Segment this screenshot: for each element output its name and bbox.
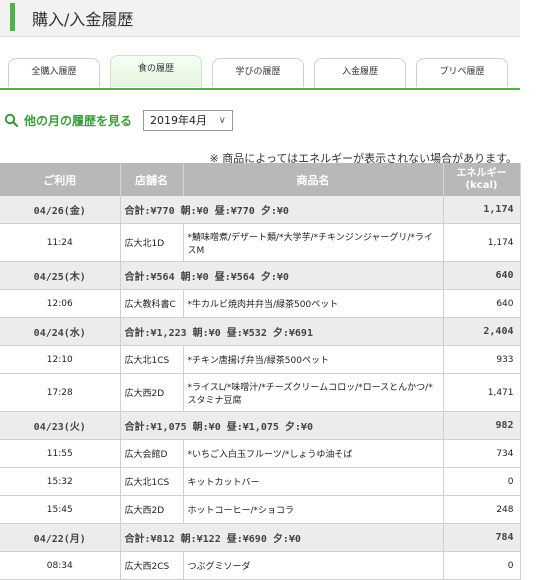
purchase-time: 11:55 xyxy=(0,439,121,468)
chevron-down-icon: ∨ xyxy=(218,115,226,126)
purchase-shop: 広大西2D xyxy=(120,373,184,412)
purchase-shop: 広大北1CS xyxy=(120,467,184,496)
purchase-kcal: 0 xyxy=(443,467,521,496)
day-summary-row: 04/24(水) 合計:¥1,223 朝:¥0 昼:¥532 夕:¥691 2,40… xyxy=(0,317,521,346)
tab-all-purchases[interactable]: 全購入履歴 xyxy=(8,58,100,87)
day-total-summary: 合計:¥770 朝:¥0 昼:¥770 夕:¥0 xyxy=(120,196,444,224)
other-month-link[interactable]: 他の月の履歴を見る xyxy=(24,112,132,129)
day-total-kcal: 1,174 xyxy=(443,196,521,224)
purchase-time: 08:34 xyxy=(0,551,121,580)
tab-food-history[interactable]: 食の履歴 xyxy=(110,55,202,87)
header-accent-bar xyxy=(10,3,15,31)
purchase-kcal: 248 xyxy=(443,495,521,524)
purchase-item-name: *鯖味噌煮/デザート類/*大学芋/*チキンジンジャーグリ/*ライスM xyxy=(183,223,444,262)
purchase-item-name: *ライスL/*味噌汁/*チーズクリームコロッ/*ロースとんかつ/*スタミナ豆腐 xyxy=(183,373,444,412)
day-date: 04/22(月) xyxy=(0,523,121,552)
tab-prepaid-history[interactable]: プリペ履歴 xyxy=(416,58,508,87)
purchase-kcal: 640 xyxy=(443,289,521,318)
purchase-shop: 広大北1CS xyxy=(120,345,184,374)
history-table: ご利用 店舗名 商品名 エネルギー (kcal) 04/26(金) 合計:¥770… xyxy=(0,163,521,580)
purchase-time: 17:28 xyxy=(0,373,121,412)
day-total-kcal: 784 xyxy=(443,523,521,552)
purchase-kcal: 734 xyxy=(443,439,521,468)
page-header: 購入/入金履歴 xyxy=(0,0,520,37)
purchase-row: 17:28 広大西2D *ライスL/*味噌汁/*チーズクリームコロッ/*ロースとんか… xyxy=(0,373,521,412)
day-total-summary: 合計:¥812 朝:¥122 昼:¥690 夕:¥0 xyxy=(120,523,444,552)
col-header-shop: 店舗名 xyxy=(120,163,184,196)
purchase-time: 12:06 xyxy=(0,289,121,318)
purchase-shop: 広大西2D xyxy=(120,495,184,524)
history-tabs: 全購入履歴 食の履歴 学びの履歴 入金履歴 プリペ履歴 xyxy=(0,55,520,90)
day-summary-row: 04/25(木) 合計:¥564 朝:¥0 昼:¥564 夕:¥0 640 xyxy=(0,261,521,290)
purchase-item-name: キットカットバー xyxy=(183,467,444,496)
purchase-shop: 広大会館D xyxy=(120,439,184,468)
purchase-item-name: つぶグミソーダ xyxy=(183,551,444,580)
tab-learning-history[interactable]: 学びの履歴 xyxy=(212,58,304,87)
purchase-item-name: ホットコーヒー/*ショコラ xyxy=(183,495,444,524)
table-header-row: ご利用 店舗名 商品名 エネルギー (kcal) xyxy=(0,163,521,196)
tab-deposit-history[interactable]: 入金履歴 xyxy=(314,58,406,87)
col-header-item: 商品名 xyxy=(183,163,444,196)
day-total-kcal: 982 xyxy=(443,411,521,440)
purchase-time: 15:45 xyxy=(0,495,121,524)
purchase-item-name: *チキン唐揚げ弁当/緑茶500ペット xyxy=(183,345,444,374)
purchase-item-name: *いちご入白玉フルーツ/*しょうゆ油そば xyxy=(183,439,444,468)
day-summary-row: 04/23(火) 合計:¥1,075 朝:¥0 昼:¥1,075 夕:¥0 982 xyxy=(0,411,521,440)
day-summary-row: 04/26(金) 合計:¥770 朝:¥0 昼:¥770 夕:¥0 1,174 xyxy=(0,196,521,224)
purchase-shop: 広大教科書C xyxy=(120,289,184,318)
purchase-row: 12:10 広大北1CS *チキン唐揚げ弁当/緑茶500ペット 933 xyxy=(0,345,521,374)
day-total-kcal: 640 xyxy=(443,261,521,290)
day-date: 04/23(火) xyxy=(0,411,121,440)
page-title: 購入/入金履歴 xyxy=(32,10,134,29)
col-header-energy-label: エネルギー xyxy=(456,167,507,179)
history-table-body: 04/26(金) 合計:¥770 朝:¥0 昼:¥770 夕:¥0 1,174 11:… xyxy=(0,196,521,580)
purchase-row: 08:34 広大西2CS つぶグミソーダ 0 xyxy=(0,551,521,580)
purchase-shop: 広大北1D xyxy=(120,223,184,262)
search-icon xyxy=(4,113,18,127)
day-total-summary: 合計:¥564 朝:¥0 昼:¥564 夕:¥0 xyxy=(120,261,444,290)
purchase-row: 15:32 広大北1CS キットカットバー 0 xyxy=(0,467,521,496)
col-header-time: ご利用 xyxy=(0,163,121,196)
month-selector-row: 他の月の履歴を見る 2019年4月 ∨ xyxy=(0,110,520,132)
day-date: 04/25(木) xyxy=(0,261,121,290)
purchase-time: 12:10 xyxy=(0,345,121,374)
col-header-energy: エネルギー (kcal) xyxy=(443,163,521,196)
day-summary-row: 04/22(月) 合計:¥812 朝:¥122 昼:¥690 夕:¥0 784 xyxy=(0,523,521,552)
purchase-shop: 広大西2CS xyxy=(120,551,184,580)
purchase-item-name: *牛カルビ焼肉丼弁当/緑茶500ペット xyxy=(183,289,444,318)
col-header-energy-unit: (kcal) xyxy=(465,179,498,191)
purchase-kcal: 1,471 xyxy=(443,373,521,412)
purchase-row: 12:06 広大教科書C *牛カルビ焼肉丼弁当/緑茶500ペット 640 xyxy=(0,289,521,318)
month-select-value: 2019年4月 xyxy=(150,114,207,127)
purchase-kcal: 1,174 xyxy=(443,223,521,262)
purchase-kcal: 933 xyxy=(443,345,521,374)
day-total-summary: 合計:¥1,223 朝:¥0 昼:¥532 夕:¥691 xyxy=(120,317,444,346)
purchase-row: 15:45 広大西2D ホットコーヒー/*ショコラ 248 xyxy=(0,495,521,524)
month-select[interactable]: 2019年4月 ∨ xyxy=(143,110,233,131)
purchase-row: 11:55 広大会館D *いちご入白玉フルーツ/*しょうゆ油そば 734 xyxy=(0,439,521,468)
day-date: 04/24(水) xyxy=(0,317,121,346)
purchase-time: 11:24 xyxy=(0,223,121,262)
purchase-time: 15:32 xyxy=(0,467,121,496)
day-date: 04/26(金) xyxy=(0,196,121,224)
purchase-row: 11:24 広大北1D *鯖味噌煮/デザート類/*大学芋/*チキンジンジャーグリ/*… xyxy=(0,223,521,262)
day-total-kcal: 2,404 xyxy=(443,317,521,346)
day-total-summary: 合計:¥1,075 朝:¥0 昼:¥1,075 夕:¥0 xyxy=(120,411,444,440)
purchase-kcal: 0 xyxy=(443,551,521,580)
